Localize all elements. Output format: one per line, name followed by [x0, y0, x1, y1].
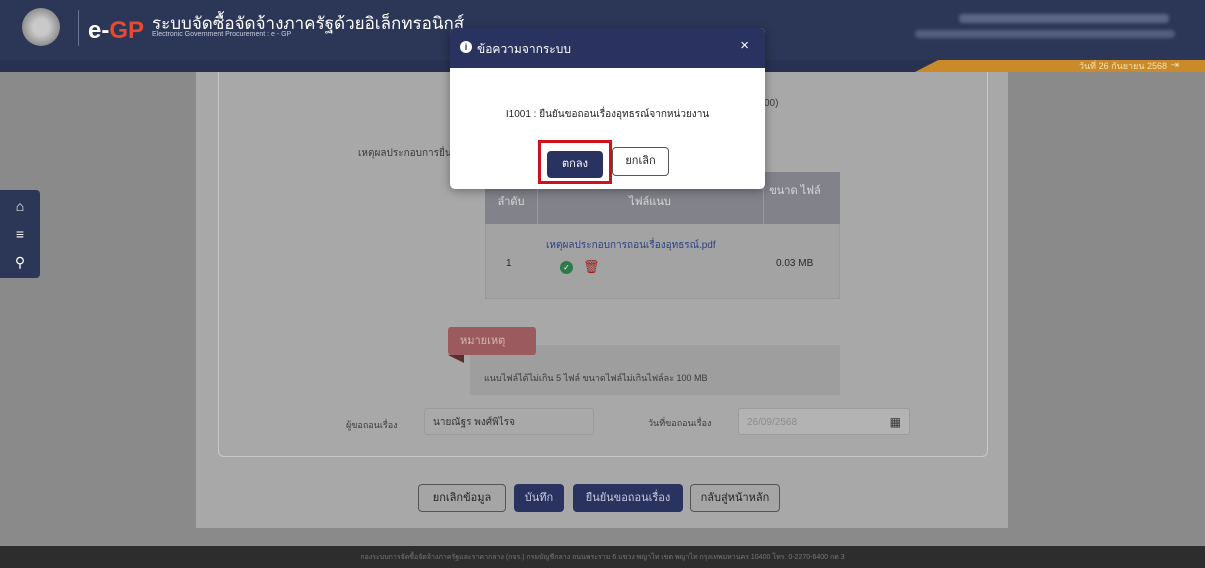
requester-label: ผู้ขอถอนเรื่อง	[346, 420, 398, 430]
user-name-blurred	[959, 14, 1169, 23]
calendar-icon[interactable]: ▦	[890, 409, 901, 436]
col-header-index: ลำดับ	[497, 196, 525, 208]
table-row: 1 เหตุผลประกอบการถอนเรื่องอุทธรณ์.pdf ✓ …	[485, 224, 840, 299]
modal-title: ข้อความจากระบบ	[477, 42, 571, 56]
reason-label: เหตุผลประกอบการยื่นถ	[358, 148, 450, 159]
close-icon[interactable]: ×	[740, 37, 749, 54]
modal-header: i ข้อความจากระบบ ×	[450, 28, 765, 68]
date-bar: วันที่ 26 กันยายน 2568 ⇥	[915, 60, 1205, 72]
home-icon[interactable]: ⌂	[0, 194, 40, 218]
request-date-field[interactable]: 26/09/2568 ▦	[738, 408, 910, 435]
col-header-file: ไฟล์แนบ	[629, 196, 671, 208]
attachment-link[interactable]: เหตุผลประกอบการถอนเรื่องอุทธรณ์.pdf	[546, 238, 716, 253]
system-subtitle: Electronic Government Procurement : e - …	[152, 31, 292, 38]
current-date: วันที่ 26 กันยายน 2568	[1078, 61, 1167, 71]
modal-cancel-button[interactable]: ยกเลิก	[612, 147, 669, 176]
modal-message: I1001 : ยืนยันขอถอนเรื่องอุทธรณ์จากหน่วย…	[505, 109, 710, 120]
file-size: 0.03 MB	[776, 258, 814, 269]
user-org-blurred	[915, 30, 1175, 38]
footer-text: กองระบบการจัดซื้อจัดจ้างภาครัฐและราคากลา…	[360, 554, 845, 561]
check-icon: ✓	[560, 261, 573, 274]
ok-button-highlight	[538, 140, 612, 184]
menu-icon[interactable]: ≡	[0, 222, 40, 246]
trash-icon[interactable]: 🗑	[583, 259, 600, 275]
info-icon: i	[460, 41, 472, 53]
search-icon[interactable]: ⚲	[0, 250, 40, 274]
col-header-size: ขนาด ไฟล์	[769, 185, 821, 197]
logout-icon[interactable]: ⇥	[1171, 60, 1179, 72]
footer: กองระบบการจัดซื้อจัดจ้างภาครัฐและราคากลา…	[0, 546, 1205, 568]
egp-logo: e-GP	[88, 17, 145, 44]
side-nav: ⌂ ≡ ⚲	[0, 190, 40, 278]
char-counter: 00)	[764, 98, 779, 109]
note-tag: หมายเหตุ	[448, 327, 536, 363]
save-button[interactable]: บันทึก	[514, 484, 564, 512]
request-date-value: 26/09/2568	[747, 417, 798, 428]
cancel-data-button[interactable]: ยกเลิกข้อมูล	[418, 484, 506, 512]
header-divider	[78, 10, 79, 46]
note-text: แนบไฟล์ได้ไม่เกิน 5 ไฟล์ ขนาดไฟล์ไม่เกิน…	[484, 373, 708, 383]
confirm-withdraw-button[interactable]: ยืนยันขอถอนเรื่อง	[573, 484, 683, 512]
row-index: 1	[506, 258, 512, 269]
requester-field[interactable]: นายณัฐร พงศ์พิไรจ	[424, 408, 594, 435]
attachment-table: ลำดับ ไฟล์แนบ ขนาด ไฟล์ 1 เหตุผลประกอบกา…	[485, 172, 840, 299]
request-date-label: วันที่ขอถอนเรื่อง	[648, 418, 712, 428]
back-home-button[interactable]: กลับสู่หน้าหลัก	[690, 484, 780, 512]
government-emblem-logo	[22, 8, 60, 46]
